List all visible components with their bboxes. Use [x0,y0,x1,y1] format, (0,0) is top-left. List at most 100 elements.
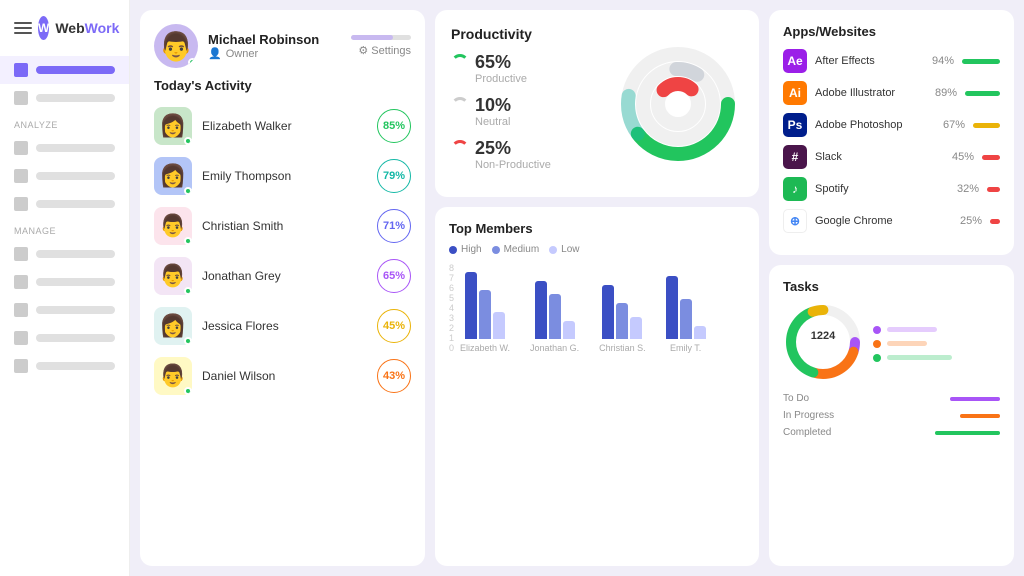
manage-section-label: MANAGE [0,218,129,240]
member-name: Emily Thompson [202,169,367,183]
apps-title: Apps/Websites [783,24,1000,39]
legend-medium: Medium [492,244,540,255]
app-name: After Effects [815,55,916,67]
logo-area: W WebWork [0,16,129,56]
top-members-card: Top Members High Medium Low [435,207,759,566]
app-bar [987,187,1000,192]
sidebar-item-dashboard[interactable] [0,56,129,84]
top-members-legend: High Medium Low [449,244,745,255]
sidebar-item-analyze-2[interactable] [0,162,129,190]
task-stat-row: Completed [783,427,1000,438]
task-dot [873,340,881,348]
sidebar: W WebWork ANALYZE MANAGE [0,0,130,576]
status-dot [184,187,192,195]
avatar: 👨 [154,24,198,68]
settings-link[interactable]: ⚙ Settings [358,44,411,57]
app-icon: # [783,145,807,169]
prod-pct: 10% [451,95,603,116]
sidebar-item-analyze-1[interactable] [0,134,129,162]
legend-high-dot [449,246,457,254]
bar-group: Emily T. [666,276,706,353]
prod-label: Productive [475,73,603,85]
sidebar-item-manage-3[interactable] [0,296,129,324]
profile-actions: ⚙ Settings [351,35,411,57]
task-legend-row [873,326,1000,334]
member-pct: 85% [377,109,411,143]
apps-card: Apps/Websites Ae After Effects 94% Ai Ad… [769,10,1014,255]
content-area: 👨 Michael Robinson 👤 Owner ⚙ [130,0,1024,576]
task-label: Completed [783,427,831,438]
member-pct: 43% [377,359,411,393]
dashboard-icon [14,63,28,77]
apps-list: Ae After Effects 94% Ai Adobe Illustrato… [783,49,1000,233]
hamburger-menu[interactable] [14,22,32,34]
manage4-icon [14,331,28,345]
activity-item: 👨 Daniel Wilson 43% [154,353,411,399]
sidebar-label-dashboard [36,66,115,74]
sidebar-item-time[interactable] [0,84,129,112]
app-pct: 67% [935,119,965,131]
app-name: Google Chrome [815,215,944,227]
task-legend-row [873,340,1000,348]
productivity-stats: Productivity 65% Productive 10% Neutral … [451,26,603,181]
sidebar-item-analyze-3[interactable] [0,190,129,218]
task-stat-bar [935,431,1000,435]
productivity-stat: 65% Productive [451,52,603,85]
member-pct: 79% [377,159,411,193]
sidebar-item-manage-1[interactable] [0,240,129,268]
productivity-stat: 10% Neutral [451,95,603,128]
profile-progress-fill [351,35,393,40]
app-item: ⊕ Google Chrome 25% [783,209,1000,233]
sidebar-item-manage-2[interactable] [0,268,129,296]
app-bar [990,219,1000,224]
tasks-body: 1224 [783,302,1000,385]
activity-item: 👩 Elizabeth Walker 85% [154,103,411,149]
chart-bar [666,276,678,339]
task-label: In Progress [783,410,834,421]
task-legend-row [873,354,1000,362]
manage1-icon [14,247,28,261]
productivity-donut-chart [613,39,743,169]
chart-bar [465,272,477,340]
tasks-title: Tasks [783,279,1000,294]
legend-high: High [449,244,482,255]
chart-bar [535,281,547,340]
app-pct: 45% [944,151,974,163]
sidebar-item-manage-5[interactable] [0,352,129,380]
member-avatar: 👩 [154,307,192,345]
app-pct: 25% [952,215,982,227]
chart-bar [479,290,491,340]
profile-header: 👨 Michael Robinson 👤 Owner ⚙ [154,24,411,68]
prod-label: Neutral [475,116,603,128]
bar-member-label: Elizabeth W. [460,343,510,353]
profile-role: 👤 Owner [208,47,341,60]
app-item: Ae After Effects 94% [783,49,1000,73]
app-item: # Slack 45% [783,145,1000,169]
member-avatar: 👩 [154,157,192,195]
analyze2-icon [14,169,28,183]
productivity-card: Productivity 65% Productive 10% Neutral … [435,10,759,197]
task-bar [887,327,937,332]
task-dot [873,326,881,334]
task-stat-row: In Progress [783,410,1000,421]
member-avatar: 👨 [154,357,192,395]
productivity-title: Productivity [451,26,603,42]
app-item: ♪ Spotify 32% [783,177,1000,201]
left-panel: 👨 Michael Robinson 👤 Owner ⚙ [140,10,425,566]
prod-spinner [451,140,469,158]
prod-pct: 25% [451,138,603,159]
prod-spinner [451,97,469,115]
online-indicator [188,58,197,67]
bar-chart-area: Elizabeth W.Jonathan G.Christian S.Emily… [460,263,745,353]
member-avatar: 👩 [154,107,192,145]
legend-low-dot [549,246,557,254]
member-name: Jessica Flores [202,319,367,333]
member-pct: 65% [377,259,411,293]
status-dot [184,237,192,245]
app-item: Ai Adobe Illustrator 89% [783,81,1000,105]
settings-icon: ⚙ [358,44,368,57]
app-icon: Ae [783,49,807,73]
activity-item: 👨 Jonathan Grey 65% [154,253,411,299]
tasks-card: Tasks 1224 [769,265,1014,566]
sidebar-item-manage-4[interactable] [0,324,129,352]
